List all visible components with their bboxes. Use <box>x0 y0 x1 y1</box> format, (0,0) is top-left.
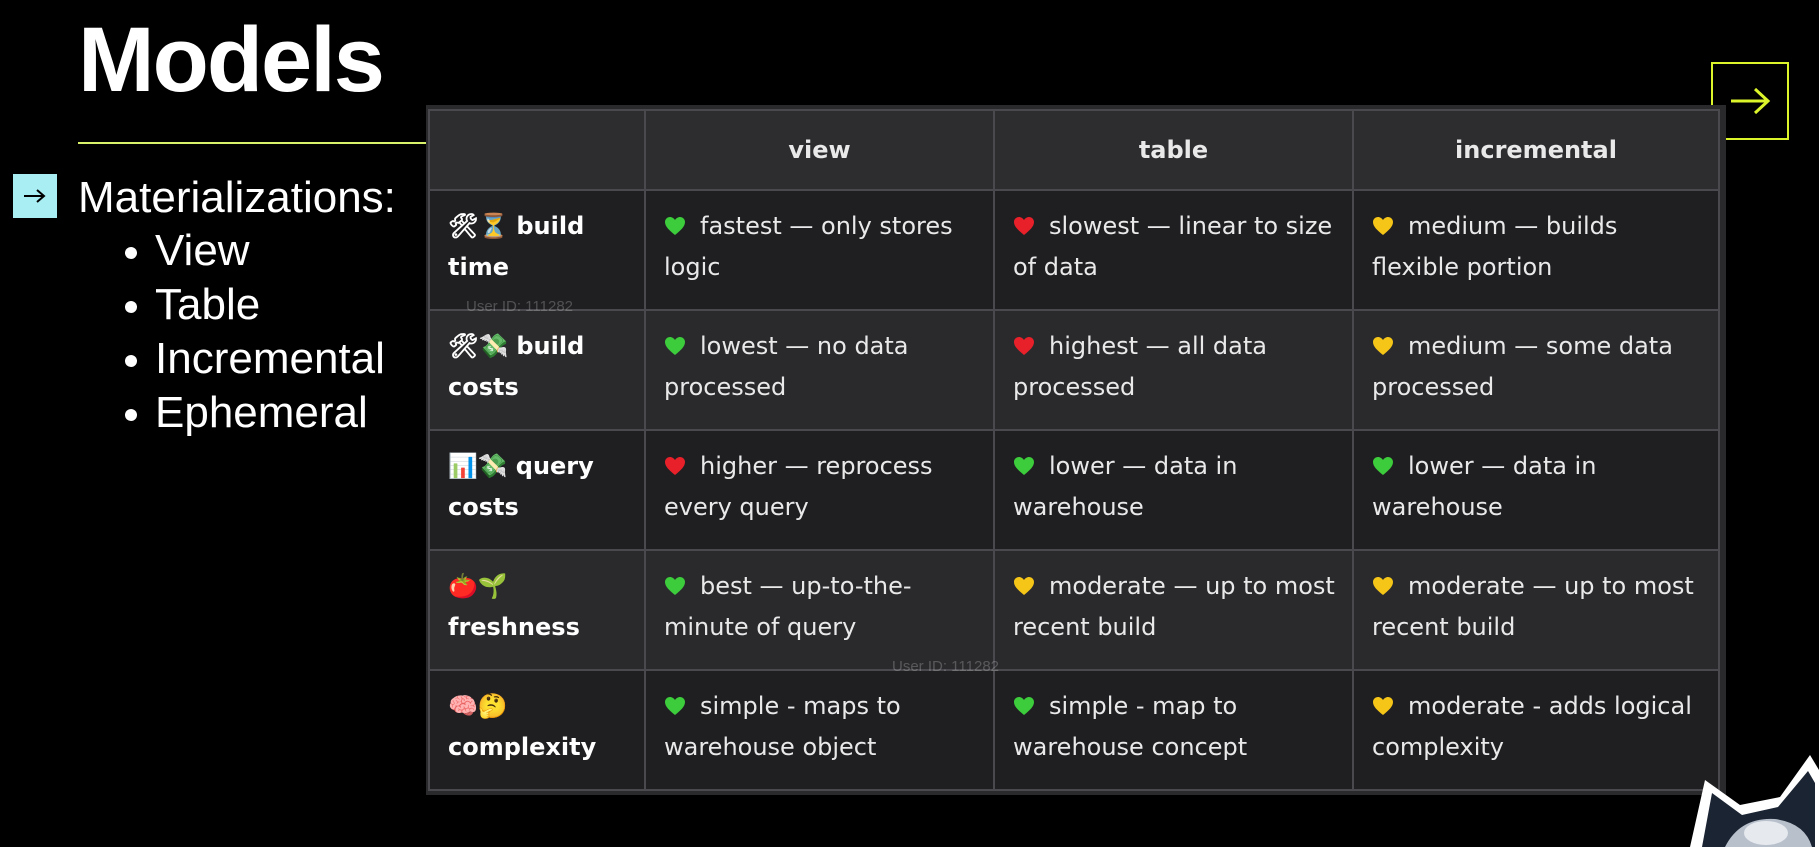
heart-icon <box>1013 576 1035 596</box>
arrow-right-icon <box>1731 87 1771 115</box>
row-emoji-icon: 🍅🌱 <box>448 572 508 600</box>
heart-icon <box>664 576 686 596</box>
husky-mascot-icon <box>1690 755 1819 847</box>
table-cell: moderate — up to most recent build <box>993 549 1354 671</box>
table-cell: moderate - adds logical complexity <box>1352 669 1720 791</box>
column-header-view: view <box>644 109 995 191</box>
table-row: 🛠⏳ build time fastest — only stores logic s… <box>428 189 1720 311</box>
list-item: Ephemeral <box>125 386 385 440</box>
table-cell: simple - maps to warehouse object <box>644 669 995 791</box>
materialization-list: View Table Incremental Ephemeral <box>125 224 385 440</box>
cell-text: medium — some data processed <box>1372 332 1673 401</box>
row-label: 🧠🤔 complexity <box>428 669 646 791</box>
cell-text: moderate - adds logical complexity <box>1372 692 1692 761</box>
row-emoji-icon: 🛠⏳ <box>448 212 509 240</box>
row-label: 🍅🌱 freshness <box>428 549 646 671</box>
slide-title: Models <box>78 9 385 111</box>
list-item: Table <box>125 278 385 332</box>
table-cell: fastest — only stores logic <box>644 189 995 311</box>
heart-icon <box>1013 336 1035 356</box>
table-row: 🛠💸 build costs lowest — no data processed h… <box>428 309 1720 431</box>
section-bullet-arrow <box>13 174 57 218</box>
cell-text: moderate — up to most recent build <box>1013 572 1335 641</box>
cell-text: highest — all data processed <box>1013 332 1267 401</box>
table-cell: medium — builds flexible portion <box>1352 189 1720 311</box>
row-emoji-icon: 📊💸 <box>448 452 508 480</box>
table-cell: best — up-to-the-minute of query <box>644 549 995 671</box>
comparison-table-panel: view table incremental 🛠⏳ build time faste… <box>426 105 1726 795</box>
table-cell: medium — some data processed <box>1352 309 1720 431</box>
cell-text: moderate — up to most recent build <box>1372 572 1694 641</box>
cell-text: lowest — no data processed <box>664 332 909 401</box>
cell-text: lower — data in warehouse <box>1013 452 1238 521</box>
row-label-text: complexity <box>448 733 597 761</box>
heart-icon <box>1372 336 1394 356</box>
heart-icon <box>1372 216 1394 236</box>
row-emoji-icon: 🧠🤔 <box>448 692 508 720</box>
column-header-table: table <box>993 109 1354 191</box>
heart-icon <box>664 456 686 476</box>
row-emoji-icon: 🛠💸 <box>448 332 509 360</box>
cell-text: slowest — linear to size of data <box>1013 212 1333 281</box>
watermark: User ID: 111282 <box>466 298 573 315</box>
cell-text: lower — data in warehouse <box>1372 452 1597 521</box>
heart-icon <box>1013 216 1035 236</box>
section-heading: Materializations: <box>78 173 396 222</box>
title-underline <box>78 142 428 144</box>
row-label: 📊💸 query costs <box>428 429 646 551</box>
table-row: 📊💸 query costs higher — reprocess every qu… <box>428 429 1720 551</box>
cell-text: fastest — only stores logic <box>664 212 953 281</box>
heart-icon <box>1372 456 1394 476</box>
row-label: 🛠⏳ build time <box>428 189 646 311</box>
column-header <box>428 109 646 191</box>
watermark: User ID: 111282 <box>892 658 999 675</box>
heart-icon <box>1013 456 1035 476</box>
cell-text: medium — builds flexible portion <box>1372 212 1618 281</box>
arrow-right-icon <box>24 189 46 203</box>
heart-icon <box>664 336 686 356</box>
table-header-row: view table incremental <box>428 109 1720 191</box>
materialization-comparison-table: view table incremental 🛠⏳ build time faste… <box>428 109 1720 791</box>
heart-icon <box>664 696 686 716</box>
table-cell: higher — reprocess every query <box>644 429 995 551</box>
table-cell: simple - map to warehouse concept <box>993 669 1354 791</box>
table-cell: slowest — linear to size of data <box>993 189 1354 311</box>
table-cell: highest — all data processed <box>993 309 1354 431</box>
list-item: View <box>125 224 385 278</box>
table-cell: lowest — no data processed <box>644 309 995 431</box>
heart-icon <box>1013 696 1035 716</box>
heart-icon <box>1372 576 1394 596</box>
table-cell: lower — data in warehouse <box>993 429 1354 551</box>
heart-icon <box>664 216 686 236</box>
cell-text: best — up-to-the-minute of query <box>664 572 912 641</box>
cell-text: simple - map to warehouse concept <box>1013 692 1248 761</box>
heart-icon <box>1372 696 1394 716</box>
cell-text: simple - maps to warehouse object <box>664 692 901 761</box>
cell-text: higher — reprocess every query <box>664 452 933 521</box>
table-row: 🧠🤔 complexity simple - maps to warehouse o… <box>428 669 1720 791</box>
row-label-text: freshness <box>448 613 580 641</box>
list-item: Incremental <box>125 332 385 386</box>
table-cell: lower — data in warehouse <box>1352 429 1720 551</box>
table-row: 🍅🌱 freshness best — up-to-the-minute of qu… <box>428 549 1720 671</box>
table-body: 🛠⏳ build time fastest — only stores logic s… <box>428 189 1720 791</box>
row-label: 🛠💸 build costs <box>428 309 646 431</box>
table-cell: moderate — up to most recent build <box>1352 549 1720 671</box>
column-header-incremental: incremental <box>1352 109 1720 191</box>
